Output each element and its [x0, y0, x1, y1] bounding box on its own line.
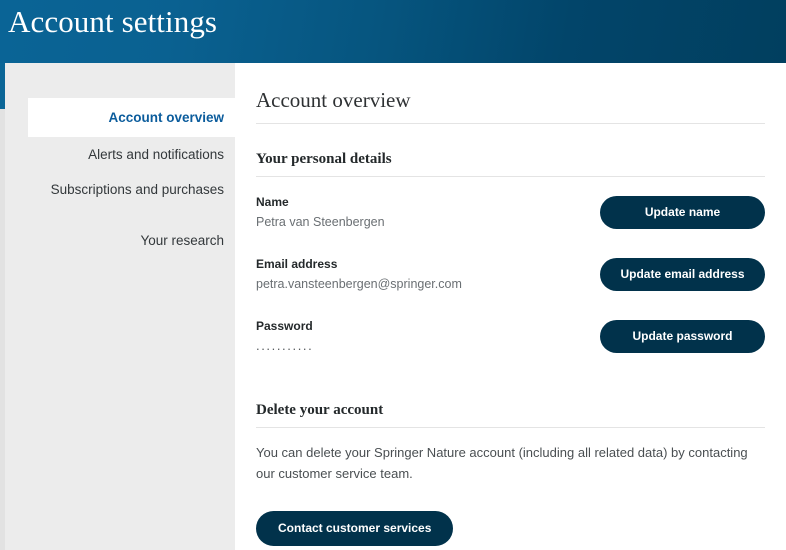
delete-account-description: You can delete your Springer Nature acco…: [256, 445, 748, 481]
detail-row-name: Name Petra van Steenbergen Update name: [256, 194, 765, 240]
sidebar-item-alerts-and-notifications[interactable]: Alerts and notifications: [5, 137, 235, 172]
main-content: Account overview Your personal details N…: [235, 63, 786, 550]
update-name-button[interactable]: Update name: [600, 196, 765, 229]
sidebar-item-account-overview[interactable]: Account overview: [28, 98, 235, 137]
delete-account-heading: Delete your account: [256, 401, 765, 428]
update-password-button[interactable]: Update password: [600, 320, 765, 353]
detail-row-password: Password ........... Update password: [256, 318, 765, 364]
sidebar-nav-list: Account overview Alerts and notification…: [5, 63, 235, 258]
page-title: Account settings: [8, 4, 218, 39]
personal-details-heading: Your personal details: [256, 150, 765, 177]
content-heading: Account overview: [256, 87, 765, 124]
sidebar-item-your-research[interactable]: Your research: [5, 223, 235, 258]
sidebar: Account overview Alerts and notification…: [5, 63, 235, 550]
account-settings-page: Account settings Account overview Alerts…: [0, 0, 786, 550]
update-email-address-button[interactable]: Update email address: [600, 258, 765, 291]
detail-row-email: Email address petra.vansteenbergen@sprin…: [256, 256, 765, 302]
contact-customer-services-button[interactable]: Contact customer services: [256, 511, 454, 546]
sidebar-item-subscriptions-and-purchases[interactable]: Subscriptions and purchases: [5, 172, 235, 207]
app-header: Account settings: [0, 0, 786, 63]
